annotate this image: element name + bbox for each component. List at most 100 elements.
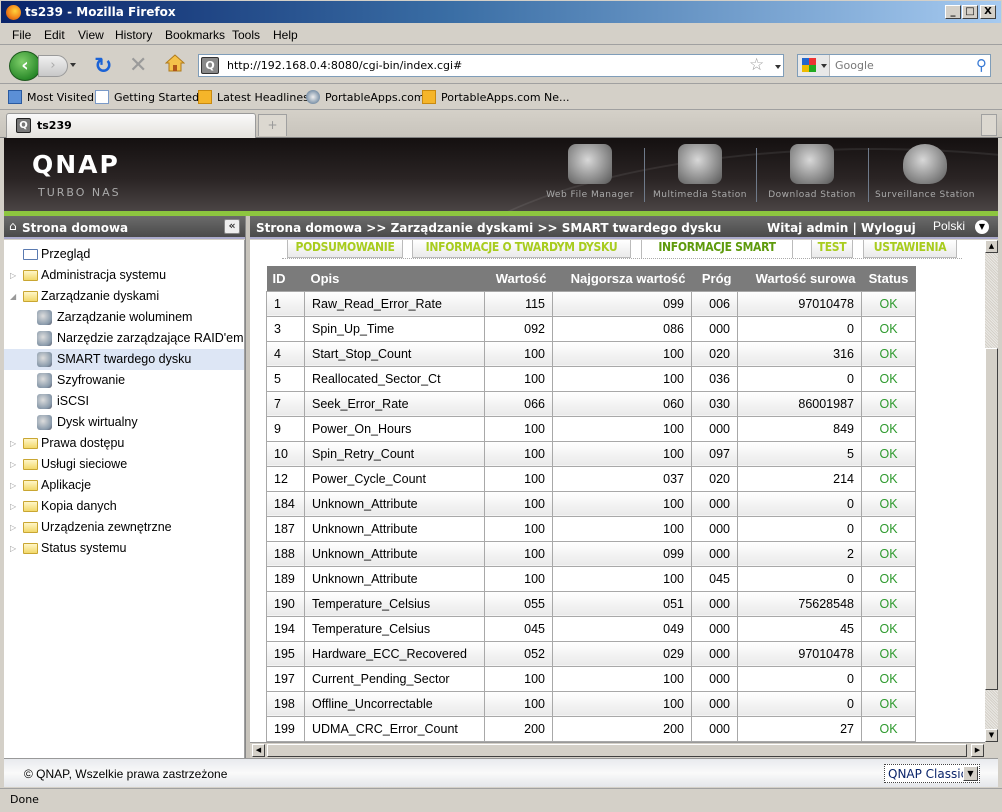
menu-file[interactable]: File	[12, 28, 31, 42]
tab-test[interactable]: TEST	[811, 240, 853, 258]
bookmark-portableapps[interactable]: PortableApps.com	[306, 90, 425, 104]
cell-id: 4	[266, 340, 305, 367]
cell-description: Spin_Retry_Count	[304, 440, 485, 467]
collapsed-arrow-icon[interactable]: ▷	[10, 517, 16, 538]
back-button[interactable]: ‹	[9, 51, 41, 81]
search-input[interactable]: Google	[835, 59, 874, 72]
expanded-arrow-icon[interactable]: ◢	[10, 286, 16, 307]
collapsed-arrow-icon[interactable]: ▷	[10, 433, 16, 454]
url-dropdown-icon[interactable]	[775, 65, 781, 69]
menu-bookmarks[interactable]: Bookmarks	[165, 28, 225, 42]
search-icon[interactable]: ⚲	[976, 56, 987, 74]
browser-tab[interactable]: Q ts239	[6, 113, 256, 138]
overview-icon	[23, 249, 38, 260]
sidebar-item[interactable]: Dysk wirtualny	[4, 412, 244, 433]
maximize-button[interactable]: □	[962, 5, 978, 19]
cell-description: Offline_Uncorrectable	[304, 690, 485, 717]
cell-id: 7	[266, 390, 305, 417]
sidebar-item[interactable]: SMART twardego dysku	[4, 349, 244, 370]
scroll-down-button[interactable]: ▼	[985, 729, 998, 742]
theme-select[interactable]: QNAP Classic ▼	[884, 764, 980, 783]
menu-help[interactable]: Help	[273, 28, 298, 42]
sidebar-item[interactable]: ▷ Aplikacje	[4, 475, 244, 496]
tab-list-button[interactable]	[981, 114, 997, 136]
cell-worst: 037	[552, 465, 692, 492]
column-header: Wartość surowa	[737, 266, 862, 291]
cell-threshold: 006	[691, 290, 738, 317]
collapsed-arrow-icon[interactable]: ▷	[10, 265, 16, 286]
search-engine-selector[interactable]	[798, 55, 830, 76]
cell-id: 3	[266, 315, 305, 342]
collapsed-arrow-icon[interactable]: ▷	[10, 496, 16, 517]
cell-raw-value: 214	[737, 465, 862, 492]
app-surveillance-station[interactable]: Surveillance Station	[872, 144, 978, 200]
sidebar-item[interactable]: ▷ Kopia danych	[4, 496, 244, 517]
tab-informacje-smart[interactable]: INFORMACJE SMART	[641, 240, 793, 258]
tab-podsumowanie[interactable]: PODSUMOWANIE	[287, 240, 403, 258]
app-multimedia-station[interactable]: Multimedia Station	[652, 144, 748, 200]
scroll-left-button[interactable]: ◀	[252, 744, 265, 757]
collapsed-arrow-icon[interactable]: ▷	[10, 538, 16, 559]
vertical-scrollbar[interactable]: ▲ ▼	[985, 240, 998, 742]
scroll-right-button[interactable]: ▶	[971, 744, 984, 757]
chevron-down-icon[interactable]: ▼	[963, 766, 978, 781]
cell-worst: 099	[552, 290, 692, 317]
app-web-file-manager[interactable]: Web File Manager	[542, 144, 638, 200]
horizontal-scroll-thumb[interactable]	[267, 744, 967, 757]
feature-icon	[37, 394, 52, 409]
bookmark-latest-headlines[interactable]: Latest Headlines	[198, 90, 309, 104]
history-dropdown-icon[interactable]	[70, 63, 76, 67]
bookmarks-toolbar: Most Visited Getting Started Latest Head…	[0, 85, 1002, 110]
close-button[interactable]: X	[980, 5, 996, 19]
bookmark-star-icon[interactable]: ☆	[749, 55, 764, 75]
sidebar-item[interactable]: iSCSI	[4, 391, 244, 412]
cell-description: Power_Cycle_Count	[304, 465, 485, 492]
collapse-sidebar-button[interactable]: «	[224, 219, 240, 234]
language-label[interactable]: Polski	[933, 219, 965, 233]
sidebar-item[interactable]: Narzędzie zarządzające RAID'em	[4, 328, 244, 349]
sidebar-item[interactable]: ▷ Usługi sieciowe	[4, 454, 244, 475]
home-icon[interactable]	[165, 54, 185, 72]
sidebar-item[interactable]: ▷ Prawa dostępu	[4, 433, 244, 454]
language-dropdown-icon[interactable]: ▼	[975, 220, 989, 234]
welcome-logout-link[interactable]: Witaj admin | Wyloguj	[767, 221, 916, 235]
column-header: Status	[861, 266, 916, 291]
url-input[interactable]: http://192.168.0.4:8080/cgi-bin/index.cg…	[227, 59, 462, 72]
menu-edit[interactable]: Edit	[44, 28, 65, 42]
forward-button[interactable]: ›	[38, 55, 68, 77]
bookmark-getting-started[interactable]: Getting Started	[95, 90, 199, 104]
cell-description: Reallocated_Sector_Ct	[304, 365, 485, 392]
collapsed-arrow-icon[interactable]: ▷	[10, 454, 16, 475]
cell-status: OK	[861, 365, 916, 392]
cell-raw-value: 0	[737, 315, 862, 342]
address-bar[interactable]: Q http://192.168.0.4:8080/cgi-bin/index.…	[198, 54, 784, 77]
reload-icon[interactable]: ↻	[94, 54, 112, 79]
sidebar-item[interactable]: Przegląd	[4, 244, 244, 265]
collapsed-arrow-icon[interactable]: ▷	[10, 475, 16, 496]
app-download-station[interactable]: Download Station	[764, 144, 860, 200]
search-bar[interactable]: Google ⚲	[797, 54, 991, 77]
menu-view[interactable]: View	[78, 28, 104, 42]
sidebar-item[interactable]: ◢ Zarządzanie dyskami	[4, 286, 244, 307]
bookmark-portableapps-news[interactable]: PortableApps.com Ne...	[422, 90, 570, 104]
vertical-scroll-thumb[interactable]	[985, 348, 998, 690]
tab-ustawienia[interactable]: USTAWIENIA	[863, 240, 957, 258]
sidebar-item[interactable]: ▷ Status systemu	[4, 538, 244, 559]
menu-history[interactable]: History	[115, 28, 152, 42]
horizontal-scrollbar[interactable]: ◀ ▶	[250, 742, 985, 758]
minimize-button[interactable]: _	[945, 5, 961, 19]
bookmark-most-visited[interactable]: Most Visited	[8, 90, 94, 104]
stop-icon[interactable]: ✕	[129, 53, 147, 78]
sidebar-item[interactable]: Zarządzanie woluminem	[4, 307, 244, 328]
sidebar-item[interactable]: ▷ Urządzenia zewnętrzne	[4, 517, 244, 538]
cell-id: 188	[266, 540, 305, 567]
scroll-up-button[interactable]: ▲	[985, 240, 998, 253]
menu-tools[interactable]: Tools	[232, 28, 260, 42]
new-tab-button[interactable]: +	[258, 114, 287, 136]
feature-icon	[37, 331, 52, 346]
cell-threshold: 020	[691, 465, 738, 492]
sidebar-item[interactable]: Szyfrowanie	[4, 370, 244, 391]
sidebar-item[interactable]: ▷ Administracja systemu	[4, 265, 244, 286]
cell-id: 189	[266, 565, 305, 592]
tab-informacje-o-twardym-dysku[interactable]: INFORMACJE O TWARDYM DYSKU	[412, 240, 631, 258]
